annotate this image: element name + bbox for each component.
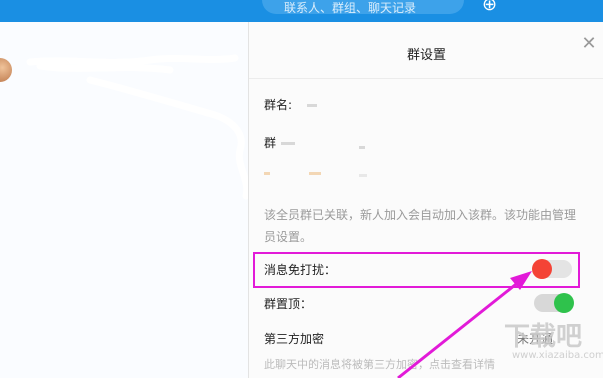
highlight-box [253,252,580,288]
hint-text: 该全员群已关联，新人加入会自动加入该群。该功能由管理员设置。 [264,208,577,244]
redacted-mark [264,172,270,175]
search-placeholder: 联系人、群组、聊天记录 [284,1,417,15]
group-label[interactable]: 群 [264,134,276,151]
encryption-description: 此聊天中的消息将被第三方加密，点击查看详情 [264,358,495,371]
redacted-mark [359,174,367,177]
redacted-mark [281,142,295,145]
toggle-knob [554,293,574,313]
watermark-url: www.xiazaiba.com [512,350,603,361]
redacted-mark [307,104,317,107]
watermark-logo: 下载吧 [504,322,583,352]
search-input[interactable]: 联系人、群组、聊天记录 [262,0,464,15]
redacted-mark [309,172,321,175]
pin-toggle[interactable] [534,293,574,313]
pin-label: 群置顶： [264,297,313,311]
third-party-label: 第三方加密 [264,332,325,346]
redacted-mark [359,146,365,149]
group-name-label[interactable]: 群名: [264,96,292,113]
close-icon[interactable]: ✕ [581,35,597,53]
redaction-scribble [26,54,250,200]
panel-title: 群设置 [406,48,446,63]
add-icon[interactable]: ⊕ [482,0,497,15]
divider [249,78,603,79]
